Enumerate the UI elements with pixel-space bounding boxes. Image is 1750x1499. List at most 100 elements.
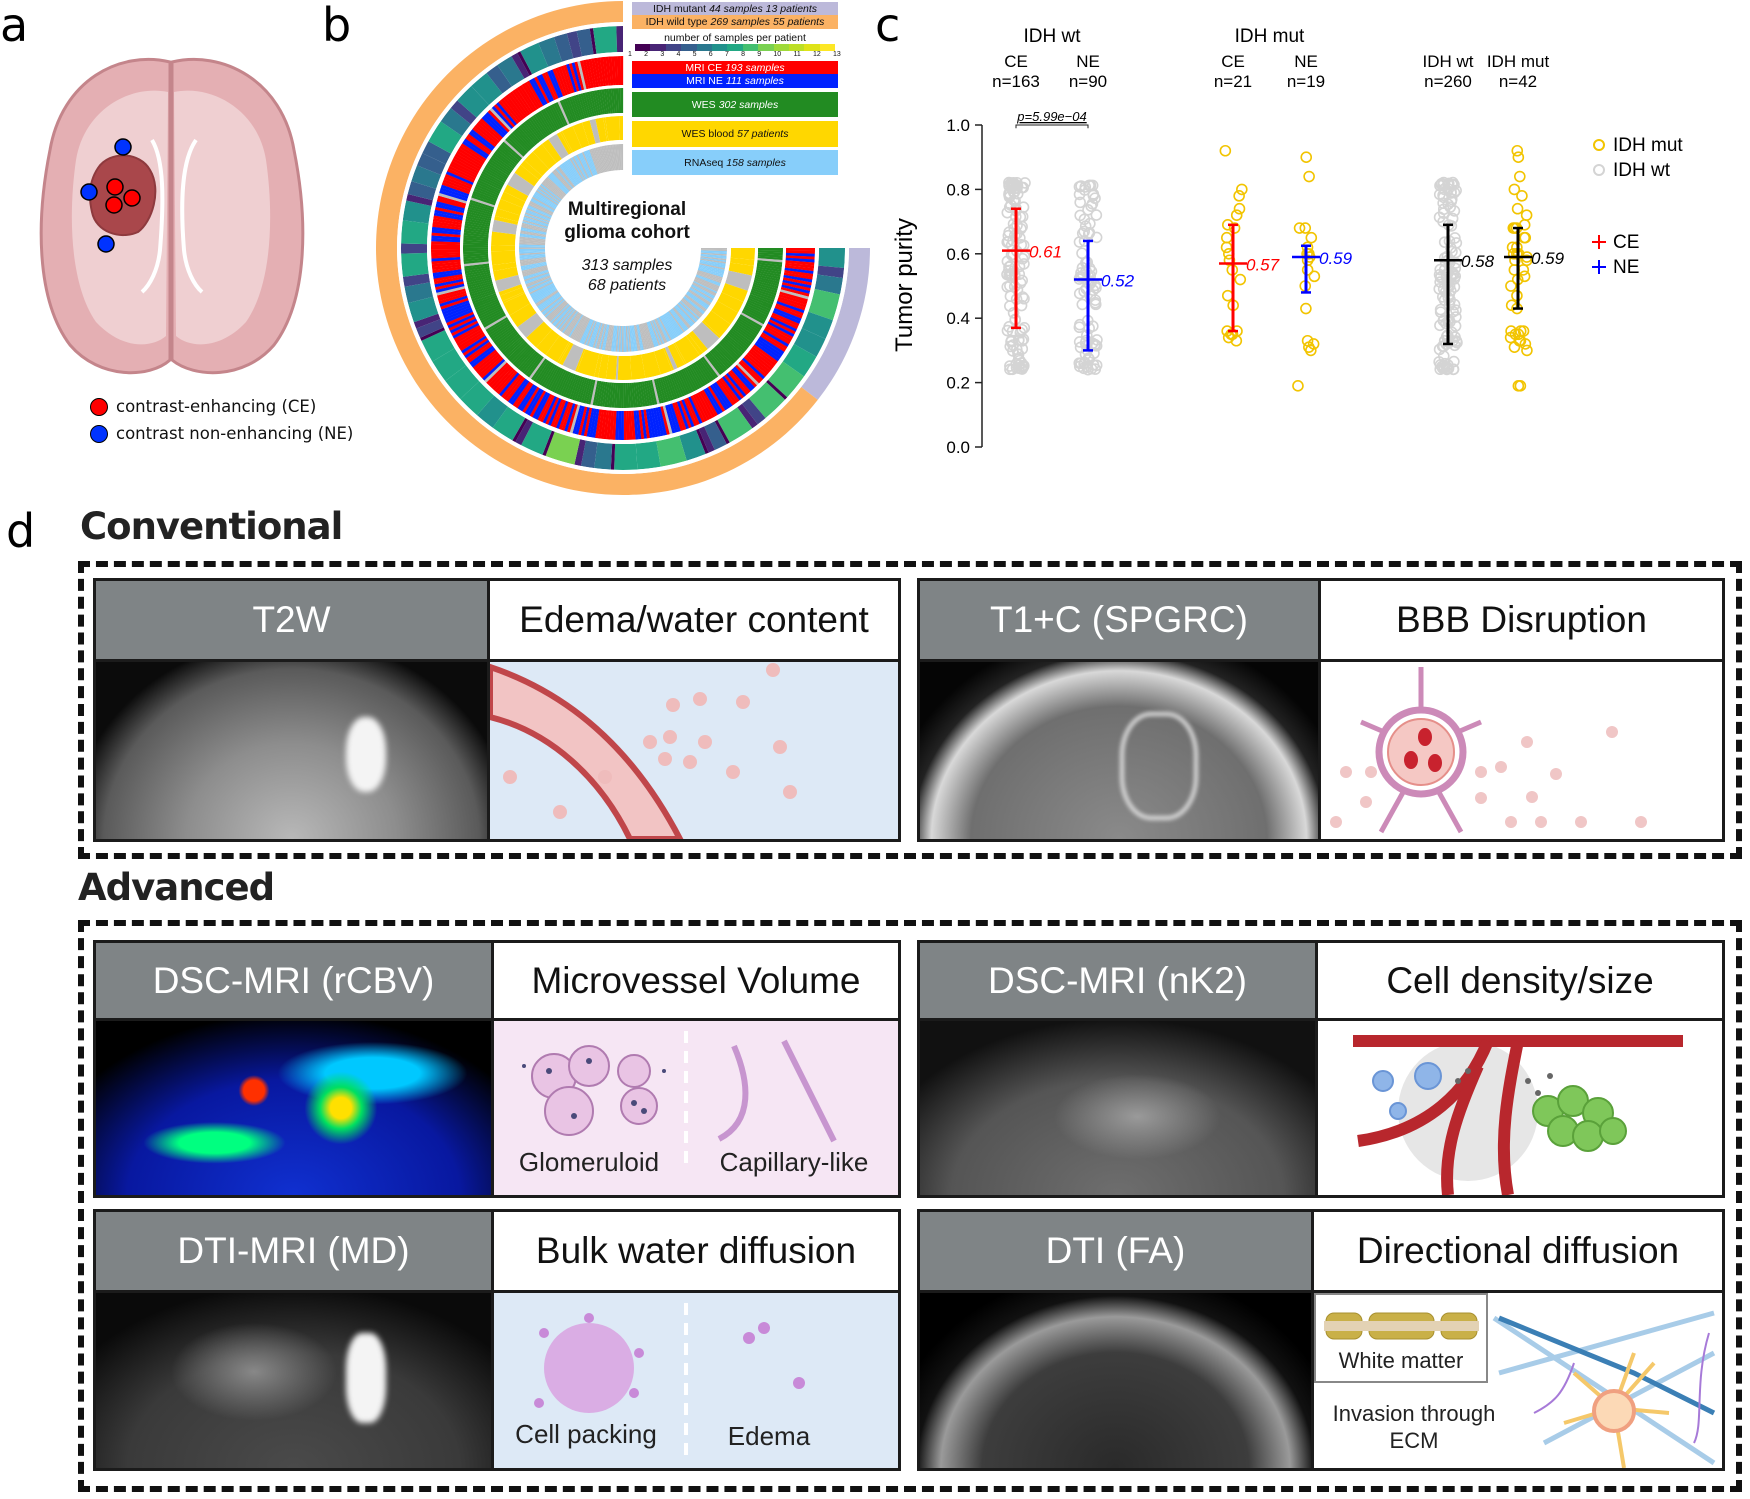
- data-point: [1220, 241, 1233, 254]
- edema-label: Edema: [728, 1421, 811, 1451]
- legend-rnaseq: RNAseq 158 samples: [632, 150, 838, 175]
- y-tick-label: 0.0: [946, 438, 970, 457]
- colorbar-swatch: [819, 44, 836, 51]
- pair-dti-md: DTI-MRI (MD) Bulk water diffusion Cell p…: [93, 1209, 901, 1471]
- axon: [1324, 1321, 1479, 1331]
- modality-header: DTI (FA): [920, 1212, 1311, 1290]
- t1c-mri-image: [920, 662, 1318, 839]
- center-samples: 313 samples: [581, 257, 673, 274]
- legend-idh-wildtype: IDH wild type 269 samples 55 patients: [632, 15, 838, 29]
- sparse-cells: [743, 1322, 805, 1389]
- mean-value-label: 0.59: [1319, 249, 1353, 268]
- patient-sample-count-segment: [614, 443, 638, 471]
- wes-segment: [463, 247, 489, 250]
- data-point: [1292, 380, 1304, 392]
- pair-t2w: T2W Edema/water content: [93, 578, 901, 842]
- patient-sample-count-segment: [401, 243, 428, 254]
- enhancing-rim: [1120, 712, 1198, 820]
- mean-value-label: 0.59: [1531, 249, 1565, 268]
- rcbv-perfusion-map: [96, 1021, 491, 1195]
- data-point: [1521, 344, 1533, 357]
- mri-region-segment: [620, 410, 624, 441]
- legend-idh-mutant: IDH mutant 44 samples 13 patients: [632, 2, 838, 15]
- white-matter-label: White matter: [1339, 1348, 1464, 1373]
- concept-header: Bulk water diffusion: [494, 1212, 898, 1290]
- patient-sample-count-segment: [401, 220, 429, 245]
- ne-marker-icon: [90, 424, 108, 443]
- column-label: IDH wt: [1423, 52, 1474, 71]
- ce-sample-marker: [105, 196, 123, 214]
- concept-header: Directional diffusion: [1314, 1212, 1722, 1290]
- modality-header: T1+C (SPGRC): [920, 581, 1318, 659]
- pair-dsc-rcbv: DSC-MRI (rCBV) Microvessel Volume Glomer…: [93, 940, 901, 1198]
- center-title-line2: glioma cohort: [564, 222, 690, 243]
- column-n-label: n=19: [1287, 72, 1325, 91]
- data-point: [1300, 151, 1313, 163]
- ce-sample-marker: [123, 189, 141, 207]
- legend-label: NE: [1613, 257, 1639, 278]
- data-point: [1305, 344, 1317, 357]
- group-header-idh-wt: IDH wt: [1024, 26, 1082, 47]
- colorbar-tick-label: 8: [741, 51, 745, 58]
- column-label: NE: [1294, 52, 1318, 71]
- center-patients: 68 patients: [587, 277, 667, 294]
- mean-value-label: 0.52: [1101, 272, 1135, 291]
- colorbar-tick-label: 3: [660, 51, 665, 58]
- mean-value-label: 0.58: [1461, 252, 1495, 271]
- md-mri-image: [96, 1293, 491, 1468]
- concept-header: Edema/water content: [490, 581, 898, 659]
- glioma-cell-body: [1592, 1389, 1636, 1433]
- directional-diffusion-illustration: White matter Invasion through ECM: [1314, 1293, 1722, 1468]
- colorbar-tick-label: 4: [676, 51, 681, 58]
- data-point: [1305, 231, 1318, 244]
- patient-sample-count-segment: [401, 252, 429, 277]
- concept-header: Microvessel Volume: [494, 943, 898, 1018]
- wes-segment: [620, 88, 624, 114]
- group-header-idh-mut: IDH mut: [1235, 26, 1305, 47]
- legend-label: CE: [1613, 232, 1639, 253]
- significance-bracket: [1015, 124, 1089, 129]
- packed-cells: [544, 1323, 634, 1413]
- center-title-line1: Multiregional: [567, 199, 687, 220]
- data-point: [1234, 273, 1247, 286]
- legend-mri-ne: MRI NE 111 samples: [632, 74, 838, 88]
- p-value-label: p=5.99e−04: [1016, 109, 1086, 124]
- mean-value-label: 0.57: [1246, 255, 1280, 274]
- tumor-cell-cluster: [1532, 1085, 1627, 1152]
- column-n-label: n=260: [1424, 72, 1472, 91]
- wes-blood-segment: [491, 245, 516, 252]
- colorbar-swatch: [696, 44, 712, 51]
- wes-segment: [621, 382, 624, 408]
- panel-a-legend: contrast-enhancing (CE) contrast non-enh…: [90, 393, 353, 447]
- colorbar-title: number of samples per patient: [664, 32, 806, 44]
- data-point: [1233, 202, 1246, 215]
- colorbar-swatch: [681, 44, 697, 51]
- invasion-label-line2: ECM: [1390, 1428, 1439, 1453]
- y-tick-label: 0.2: [946, 374, 970, 393]
- conventional-title: Conventional: [80, 505, 343, 548]
- nk2-mri-image: [920, 1021, 1315, 1195]
- data-point: [1230, 209, 1243, 221]
- capillary-label: Capillary-like: [720, 1147, 869, 1177]
- wes-blood-segment: [617, 355, 632, 380]
- ne-sample-marker: [97, 235, 115, 253]
- legend-label: IDH wt: [1613, 160, 1671, 181]
- colorbar-swatch: [665, 44, 682, 51]
- legend-item-ne: contrast non-enhancing (NE): [90, 420, 353, 447]
- data-point: [1236, 183, 1248, 196]
- data-point: [1505, 280, 1517, 292]
- modality-header: DTI-MRI (MD): [96, 1212, 491, 1290]
- colorbar-tick-label: 9: [757, 51, 762, 58]
- data-point: [1233, 190, 1245, 202]
- circos-center-title: Multiregional glioma cohort: [527, 198, 727, 244]
- pair-dti-fa: DTI (FA) Directional diffusion White mat…: [917, 1209, 1725, 1471]
- colorbar-tick-label: 6: [708, 51, 713, 58]
- ne-sample-marker: [80, 183, 98, 201]
- vessel-lumen: [1387, 718, 1455, 786]
- data-point: [1220, 231, 1233, 244]
- data-point: [1300, 302, 1312, 315]
- data-point: [1511, 202, 1524, 215]
- capillary-vessels: [717, 1039, 837, 1143]
- glomeruloid-label: Glomeruloid: [519, 1147, 659, 1177]
- tumor-purity-chart: 0.0 0.2 0.4 0.6 0.8 1.0 Tumor purity IDH wt IDH …: [891, 26, 1683, 457]
